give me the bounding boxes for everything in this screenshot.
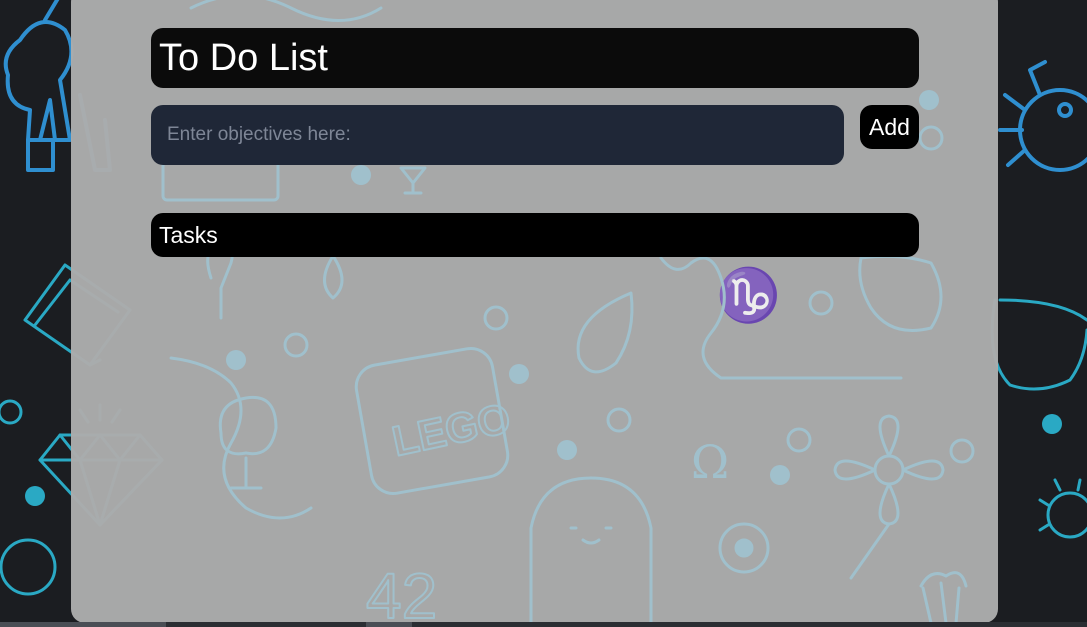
bottom-scrollbar[interactable] <box>0 622 1087 627</box>
circle-icon <box>0 538 57 596</box>
glasses-icon <box>858 254 943 332</box>
glasses-icon <box>990 298 1087 391</box>
scrollbar-segment <box>366 622 412 627</box>
tasks-header: Tasks <box>151 213 919 257</box>
objective-input[interactable] <box>151 105 844 165</box>
panel-doodles: LEGO Ω ♑ 42 <box>161 0 975 623</box>
cocktail-icon <box>399 166 427 195</box>
lego-icon: LEGO <box>354 346 515 496</box>
number-doodle: 42 <box>366 560 437 623</box>
tree-icon <box>218 395 278 490</box>
tasks-header-label: Tasks <box>159 221 218 248</box>
squiggle-line <box>189 0 383 22</box>
drop-icon <box>323 254 344 300</box>
title-bar: To Do List <box>151 28 919 88</box>
popcorn-icon <box>919 571 968 623</box>
circle-icon <box>0 399 23 425</box>
flower-icon <box>833 414 945 580</box>
spotted-drop-icon <box>576 291 634 374</box>
omega-icon: Ω <box>691 435 729 489</box>
page-title: To Do List <box>159 37 328 79</box>
spider-icon <box>998 60 1087 172</box>
squiggle-line <box>659 256 903 380</box>
sun-icon <box>1038 478 1087 539</box>
scrollbar-segment <box>0 622 166 627</box>
todo-panel: LEGO Ω ♑ 42 To Do List Enter objectives … <box>71 0 998 623</box>
ghost-icon <box>529 476 653 623</box>
squiggle-line <box>169 356 313 520</box>
add-button[interactable]: Add <box>860 105 919 149</box>
svg-text:LEGO: LEGO <box>388 394 514 465</box>
